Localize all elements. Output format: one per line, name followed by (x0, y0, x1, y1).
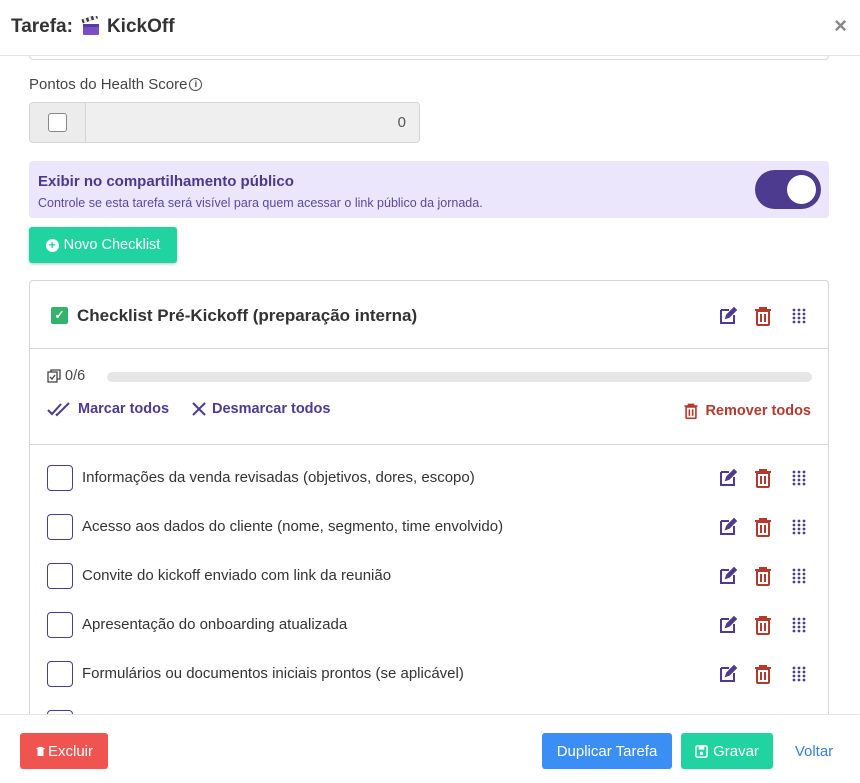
health-score-label-text: Pontos do Health Score (29, 76, 188, 93)
checklist-header: ✓ Checklist Pré-Kickoff (preparação inte… (30, 281, 828, 349)
edit-icon[interactable] (717, 305, 739, 327)
edit-icon[interactable] (717, 565, 739, 587)
edit-icon[interactable] (717, 663, 739, 685)
public-share-panel: Exibir no compartilhamento público Contr… (29, 161, 829, 218)
drag-handle-icon[interactable] (788, 467, 810, 489)
progress-bar (107, 372, 812, 382)
checked-box-icon: ✓ (51, 307, 68, 324)
trash-icon[interactable] (752, 614, 774, 636)
close-button[interactable]: × (834, 15, 847, 37)
health-score-checkbox-wrap (30, 103, 86, 142)
floppy-disk-icon (695, 744, 708, 758)
delete-label: Excluir (47, 742, 93, 760)
item-label: Formulários ou documentos iniciais pront… (82, 665, 464, 682)
delete-button[interactable]: Excluir (20, 733, 108, 769)
trash-icon[interactable] (752, 305, 774, 327)
double-check-icon (47, 402, 70, 417)
drag-handle-icon[interactable] (788, 305, 810, 327)
trash-icon[interactable] (752, 565, 774, 587)
duplicate-task-button[interactable]: Duplicar Tarefa (542, 733, 672, 769)
clapper-board-icon (81, 14, 101, 36)
mark-all-link[interactable]: Marcar todos (47, 401, 169, 417)
info-icon[interactable]: i (189, 78, 203, 91)
trash-icon[interactable] (752, 516, 774, 538)
modal-header: Tarefa: KickOff × (0, 0, 860, 56)
public-share-title: Exibir no compartilhamento público (38, 173, 294, 190)
toggle-knob (787, 175, 816, 204)
checklist-count-icon (47, 369, 61, 383)
checklist-item: Acesso aos dados do cliente (nome, segme… (30, 514, 828, 563)
remove-all-label: Remover todos (705, 403, 811, 419)
progress-text: 0/6 (65, 368, 86, 384)
health-score-field: 0 (29, 102, 420, 143)
save-label: Gravar (713, 742, 759, 760)
edit-icon[interactable] (717, 467, 739, 489)
modal-footer: Excluir Duplicar Tarefa Gravar Voltar (0, 714, 860, 783)
remove-all-link[interactable]: Remover todos (682, 401, 811, 421)
x-icon (192, 402, 206, 416)
mark-all-label: Marcar todos (78, 401, 170, 417)
new-checklist-button[interactable]: + Novo Checklist (29, 227, 177, 263)
drag-handle-icon[interactable] (788, 663, 810, 685)
drag-handle-icon[interactable] (788, 565, 810, 587)
checklist-card: ✓ Checklist Pré-Kickoff (preparação inte… (29, 280, 829, 714)
trash-icon[interactable] (752, 467, 774, 489)
task-name: KickOff (106, 16, 175, 37)
item-label: Apresentação do onboarding atualizada (82, 616, 348, 633)
trash-icon (684, 403, 698, 420)
trash-icon (36, 746, 45, 756)
item-checkbox[interactable] (47, 514, 73, 540)
edit-icon[interactable] (717, 614, 739, 636)
item-label: Convite do kickoff enviado com link da r… (82, 567, 392, 584)
title-prefix: Tarefa: (11, 16, 73, 37)
trash-icon[interactable] (752, 663, 774, 685)
save-button[interactable]: Gravar (681, 733, 773, 769)
health-score-input[interactable]: 0 (86, 103, 419, 142)
checklist-title: Checklist Pré-Kickoff (preparação intern… (77, 306, 418, 325)
health-score-checkbox[interactable] (48, 113, 67, 132)
modal-title: Tarefa: KickOff (11, 14, 175, 38)
checklist-item: Convite do kickoff enviado com link da r… (30, 563, 828, 612)
item-checkbox[interactable] (47, 465, 73, 491)
unmark-all-link[interactable]: Desmarcar todos (191, 401, 330, 417)
health-score-label: Pontos do Health Score i (29, 76, 203, 93)
divider (30, 444, 828, 445)
back-button[interactable]: Voltar (784, 733, 844, 769)
item-checkbox[interactable] (47, 661, 73, 687)
checklist-item: Informações da venda revisadas (objetivo… (30, 465, 828, 514)
previous-field-edge (29, 56, 829, 60)
item-label: Acesso aos dados do cliente (nome, segme… (82, 518, 504, 535)
new-checklist-label: Novo Checklist (63, 237, 161, 253)
public-share-description: Controle se esta tarefa será visível par… (38, 196, 483, 210)
checklist-item: Apresentação do onboarding atualizada (30, 612, 828, 661)
item-checkbox[interactable] (47, 612, 73, 638)
public-share-toggle[interactable] (755, 170, 821, 209)
drag-handle-icon[interactable] (788, 614, 810, 636)
unmark-all-label: Desmarcar todos (212, 401, 331, 417)
item-checkbox[interactable] (47, 563, 73, 589)
plus-circle-icon: + (45, 238, 59, 252)
modal-body[interactable]: Pontos do Health Score i 0 Exibir no com… (0, 56, 860, 714)
edit-icon[interactable] (717, 516, 739, 538)
item-label: Informações da venda revisadas (objetivo… (82, 469, 475, 486)
progress-counter: 0/6 (47, 368, 85, 384)
drag-handle-icon[interactable] (788, 516, 810, 538)
checklist-item: Formulários ou documentos iniciais pront… (30, 661, 828, 710)
